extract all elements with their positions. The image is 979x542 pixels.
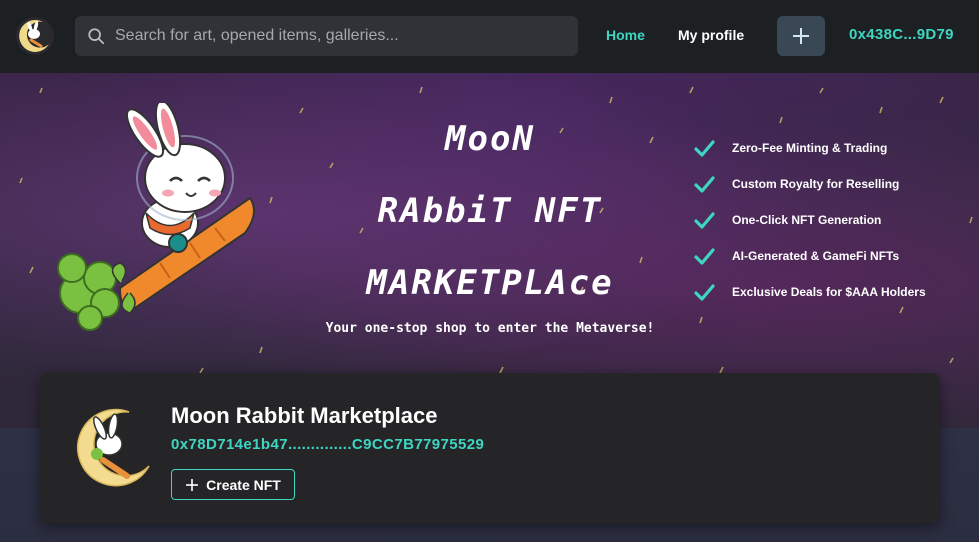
- feature-text: One-Click NFT Generation: [732, 213, 882, 227]
- top-navbar: Home My profile 0x438C...9D79: [0, 0, 979, 73]
- feature-item: Exclusive Deals for $AAA Holders: [693, 274, 963, 310]
- profile-wallet-address[interactable]: 0x78D714e1b47..............C9CC7B7797552…: [171, 436, 484, 453]
- plus-icon: [793, 28, 809, 44]
- hero-title-line-2: RAbbiT NFT: [377, 191, 603, 231]
- profile-card: Moon Rabbit Marketplace 0x78D714e1b47...…: [40, 373, 940, 523]
- hero-title: MooN RAbbiT NFT MARKETPLAce: [330, 103, 650, 319]
- feature-text: AI-Generated & GameFi NFTs: [732, 249, 900, 263]
- wallet-address-button[interactable]: 0x438C...9D79: [849, 26, 954, 43]
- check-icon: [694, 284, 715, 301]
- check-icon: [694, 176, 715, 193]
- search-bar[interactable]: [75, 16, 578, 56]
- nav-my-profile-link[interactable]: My profile: [678, 27, 744, 43]
- feature-item: Zero-Fee Minting & Trading: [693, 130, 963, 166]
- check-icon: [694, 140, 715, 157]
- moon-rabbit-avatar-icon: [68, 405, 156, 493]
- feature-text: Zero-Fee Minting & Trading: [732, 141, 888, 155]
- hero-title-line-3: MARKETPLAce: [366, 263, 614, 303]
- feature-item: Custom Royalty for Reselling: [693, 166, 963, 202]
- check-icon: [694, 212, 715, 229]
- feature-list: Zero-Fee Minting & Trading Custom Royalt…: [693, 130, 963, 310]
- create-nft-label: Create NFT: [206, 476, 281, 493]
- search-icon: [88, 28, 105, 45]
- nav-home-link[interactable]: Home: [606, 27, 645, 43]
- create-nft-button[interactable]: Create NFT: [171, 469, 295, 500]
- hero-subtitle: Your one-stop shop to enter the Metavers…: [325, 321, 655, 336]
- hero-title-line-1: MooN: [445, 119, 535, 159]
- profile-name: Moon Rabbit Marketplace: [171, 403, 438, 428]
- feature-text: Custom Royalty for Reselling: [732, 177, 900, 191]
- feature-item: One-Click NFT Generation: [693, 202, 963, 238]
- rabbit-on-carrot-illustration: [57, 103, 255, 331]
- feature-item: AI-Generated & GameFi NFTs: [693, 238, 963, 274]
- plus-icon: [186, 478, 199, 491]
- search-input[interactable]: [115, 27, 555, 45]
- moon-rabbit-logo-icon[interactable]: [15, 16, 55, 56]
- check-icon: [694, 248, 715, 265]
- feature-text: Exclusive Deals for $AAA Holders: [732, 285, 926, 299]
- add-button[interactable]: [777, 16, 825, 56]
